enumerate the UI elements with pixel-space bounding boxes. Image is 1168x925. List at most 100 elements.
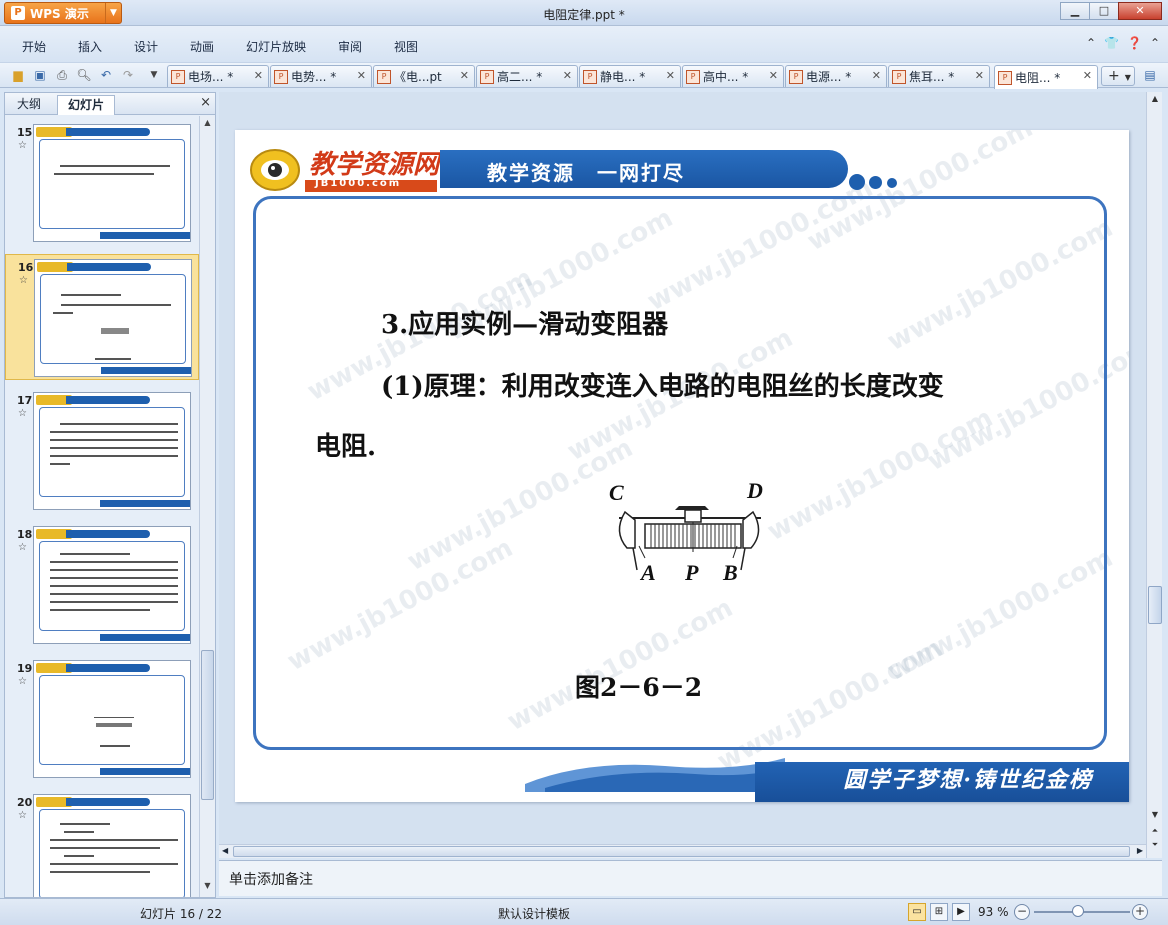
arrow-up-icon[interactable]: ⌃ (1086, 36, 1096, 50)
tab-document-1[interactable]: P 电场... * ✕ (167, 65, 269, 87)
star-icon[interactable]: ☆ (18, 676, 27, 687)
slide-editor: www.jb1000.com www.jb1000.com www.jb1000… (219, 92, 1146, 844)
close-button[interactable]: ✕ (1118, 2, 1162, 20)
scroll-up-icon[interactable]: ▲ (1147, 94, 1163, 103)
slide-text-line-1[interactable]: (1)原理：利用改变连入电路的电阻丝的长度改变 (381, 366, 944, 403)
star-icon[interactable]: ☆ (19, 275, 28, 286)
scroll-down-icon[interactable]: ▼ (200, 881, 215, 895)
zoom-slider-handle[interactable] (1072, 905, 1084, 917)
close-tab-icon[interactable]: ✕ (460, 69, 469, 82)
menu-insert[interactable]: 插入 (78, 38, 102, 55)
close-tab-icon[interactable]: ✕ (254, 69, 263, 82)
previous-slide-icon[interactable]: ⏶ (1147, 826, 1163, 836)
current-slide[interactable]: www.jb1000.com www.jb1000.com www.jb1000… (235, 130, 1129, 802)
undo-icon[interactable]: ↶ (98, 67, 114, 83)
close-panel-icon[interactable]: × (200, 95, 211, 110)
slide-thumbnail-18[interactable]: 18 ☆ (5, 522, 199, 648)
star-icon[interactable]: ☆ (18, 140, 27, 151)
redo-icon[interactable]: ↷ (120, 67, 136, 83)
scroll-right-icon[interactable]: ▶ (1137, 846, 1143, 855)
tab-label: 电场... * (188, 70, 234, 84)
tab-document-8[interactable]: P 焦耳... * ✕ (888, 65, 990, 87)
print-preview-icon[interactable]: 🔍︎ (76, 67, 92, 83)
zoom-level: 93 % (978, 905, 1009, 919)
normal-view-icon[interactable]: ▭ (908, 903, 926, 921)
open-folder-icon[interactable]: ▆ (10, 67, 26, 83)
ppt-file-icon: P (377, 69, 391, 84)
close-tab-icon[interactable]: ✕ (975, 69, 984, 82)
panel-scrollbar[interactable]: ▲ ▼ (199, 116, 215, 897)
close-tab-icon[interactable]: ✕ (769, 69, 778, 82)
scroll-down-icon[interactable]: ▼ (1147, 810, 1163, 819)
star-icon[interactable]: ☆ (18, 542, 27, 553)
decor-dot (869, 176, 882, 189)
menu-design[interactable]: 设计 (134, 38, 158, 55)
close-tab-icon[interactable]: ✕ (563, 69, 572, 82)
menu-animation[interactable]: 动画 (190, 38, 214, 55)
star-icon[interactable]: ☆ (18, 408, 27, 419)
tab-document-5[interactable]: P 静电... * ✕ (579, 65, 681, 87)
slide-thumbnail-16[interactable]: 16 ☆ (5, 254, 199, 380)
slide-thumbnail-20[interactable]: 20 ☆ (5, 790, 199, 897)
collapse-ribbon-icon[interactable]: ⌃ (1150, 36, 1160, 50)
zoom-out-icon[interactable]: − (1014, 904, 1030, 920)
rheostat-figure[interactable]: C D A P B (605, 482, 773, 592)
slide-preview (33, 660, 191, 778)
tab-outline[interactable]: 大纲 (7, 95, 51, 115)
template-name[interactable]: 默认设计模板 (498, 905, 570, 922)
tab-document-3[interactable]: P 《电...pt ✕ (373, 65, 475, 87)
figure-caption[interactable]: 图2－6－2 (575, 668, 702, 704)
zoom-in-icon[interactable]: + (1132, 904, 1148, 920)
vertical-scrollbar[interactable]: ▲ ▼ ⏶ ⏷ (1146, 92, 1162, 858)
menu-slideshow[interactable]: 幻灯片放映 (246, 38, 306, 55)
scrollbar-thumb[interactable] (1148, 586, 1162, 624)
slide-number: 18 (17, 528, 33, 541)
close-tab-icon[interactable]: ✕ (666, 69, 675, 82)
footer-slogan: 圆学子梦想·铸世纪金榜 (843, 767, 1093, 793)
title-bar: P WPS 演示 ▼ 电阻定律.ppt * ▁ □ ✕ (0, 0, 1168, 26)
content-frame (253, 196, 1107, 750)
slide-thumbnail-17[interactable]: 17 ☆ (5, 388, 199, 514)
minimize-button[interactable]: ▁ (1060, 2, 1090, 20)
close-tab-icon[interactable]: ✕ (1083, 69, 1092, 82)
close-tab-icon[interactable]: ✕ (357, 69, 366, 82)
save-icon[interactable]: ▣ (32, 67, 48, 83)
menu-home[interactable]: 开始 (22, 38, 46, 55)
slide-heading[interactable]: 3.应用实例—滑动变阻器 (381, 304, 668, 341)
tab-document-active[interactable]: P 电阻... * ✕ (994, 65, 1098, 89)
slide-preview (33, 526, 191, 644)
tab-document-6[interactable]: P 高中... * ✕ (682, 65, 784, 87)
star-icon[interactable]: ☆ (18, 810, 27, 821)
slideshow-icon[interactable]: ▶ (952, 903, 970, 921)
scrollbar-thumb[interactable] (233, 846, 1130, 857)
scroll-up-icon[interactable]: ▲ (200, 118, 215, 132)
scroll-left-icon[interactable]: ◀ (222, 846, 228, 855)
menu-review[interactable]: 审阅 (338, 38, 362, 55)
print-icon[interactable]: ⎙ (54, 67, 70, 83)
maximize-button[interactable]: □ (1089, 2, 1119, 20)
slide-indicator: 幻灯片 16 / 22 (140, 907, 223, 921)
tab-document-2[interactable]: P 电势... * ✕ (270, 65, 372, 87)
tab-document-7[interactable]: P 电源... * ✕ (785, 65, 887, 87)
customize-dropdown-icon[interactable]: ▼ (146, 67, 162, 83)
label-p: P (684, 560, 699, 585)
horizontal-scrollbar[interactable]: ◀ ▶ (219, 844, 1146, 858)
new-tab-button[interactable]: + ▼ (1101, 66, 1135, 86)
slide-preview (34, 259, 192, 377)
slide-text-line-2[interactable]: 电阻. (315, 426, 376, 463)
next-slide-icon[interactable]: ⏷ (1147, 840, 1163, 850)
tab-slides[interactable]: 幻灯片 (57, 95, 116, 115)
slide-sorter-icon[interactable]: ⊞ (930, 903, 948, 921)
tab-label: 高中... * (703, 70, 749, 84)
tab-document-4[interactable]: P 高二... * ✕ (476, 65, 578, 87)
scrollbar-thumb[interactable] (201, 650, 214, 800)
slide-thumbnail-15[interactable]: 15 ☆ (5, 120, 199, 246)
close-tab-icon[interactable]: ✕ (872, 69, 881, 82)
menu-view[interactable]: 视图 (394, 38, 418, 55)
chevron-down-icon: ▼ (1124, 73, 1131, 82)
shirt-icon[interactable]: 👕 (1104, 36, 1119, 50)
slide-thumbnail-19[interactable]: 19 ☆ (5, 656, 199, 782)
notes-pane[interactable]: 单击添加备注 (219, 860, 1162, 896)
help-icon[interactable]: ❓ (1127, 36, 1142, 50)
window-list-icon[interactable]: ▤ (1142, 67, 1158, 83)
